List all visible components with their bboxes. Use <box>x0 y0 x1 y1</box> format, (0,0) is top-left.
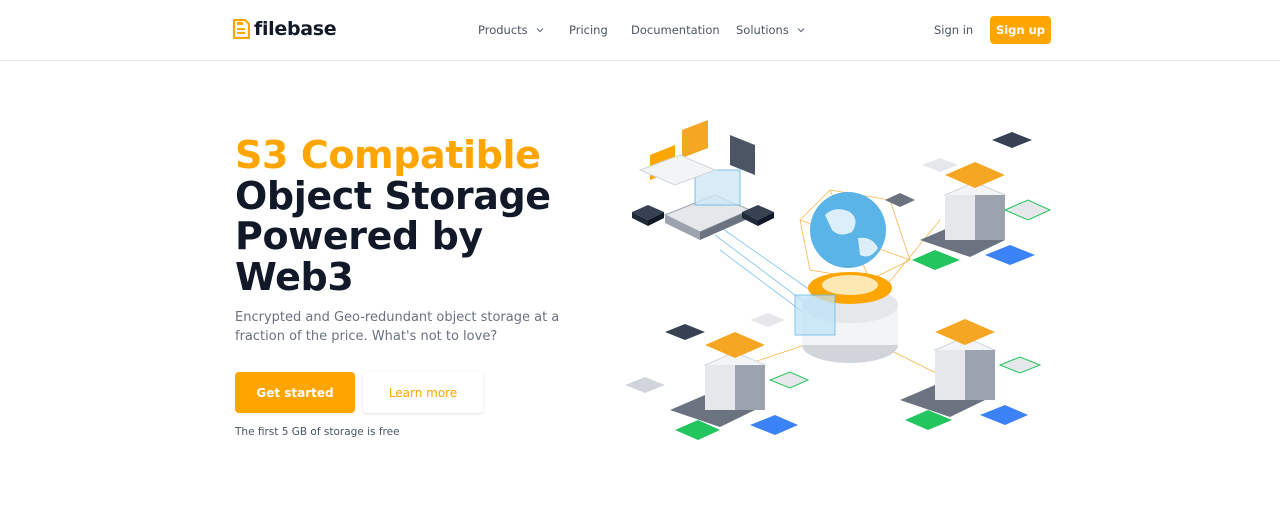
laptop-cluster <box>632 120 774 240</box>
nav-solutions-label: Solutions <box>736 23 789 37</box>
server-stack-bottom-left <box>625 313 810 440</box>
hero-title: S3 Compatible Object Storage Powered by … <box>235 135 551 297</box>
get-started-button[interactable]: Get started <box>235 372 355 413</box>
nav-pricing[interactable]: Pricing <box>569 23 608 37</box>
sign-up-button[interactable]: Sign up <box>990 16 1051 44</box>
globe-node <box>794 192 898 363</box>
chevron-down-icon <box>797 28 805 33</box>
hero-title-line-2: Powered by <box>235 214 483 258</box>
nav-documentation-label: Documentation <box>631 23 720 37</box>
free-storage-note: The first 5 GB of storage is free <box>235 426 400 438</box>
nav-documentation[interactable]: Documentation <box>631 23 720 37</box>
logo-text: filebase <box>254 18 337 40</box>
hero-title-accent: S3 Compatible <box>235 133 541 177</box>
site-header: filebase Products Pricing Documentation … <box>0 0 1280 61</box>
logo-link[interactable]: filebase <box>232 18 337 40</box>
sign-in-link[interactable]: Sign in <box>934 23 973 37</box>
learn-more-button[interactable]: Learn more <box>363 372 483 413</box>
nav-products-label: Products <box>478 23 528 37</box>
hero-subtitle: Encrypted and Geo-redundant object stora… <box>235 310 560 344</box>
nav-products[interactable]: Products <box>478 23 544 37</box>
server-stack-top-right <box>885 132 1052 270</box>
hero-title-line-1: Object Storage <box>235 173 551 218</box>
nav-pricing-label: Pricing <box>569 23 608 37</box>
floppy-disk-icon <box>232 19 250 39</box>
nav-solutions[interactable]: Solutions <box>736 23 805 37</box>
web3-storage-illustration <box>625 120 1052 440</box>
server-stack-bottom-right <box>900 319 1042 430</box>
hero-title-line-3: Web3 <box>235 254 354 299</box>
chevron-down-icon <box>536 28 544 33</box>
